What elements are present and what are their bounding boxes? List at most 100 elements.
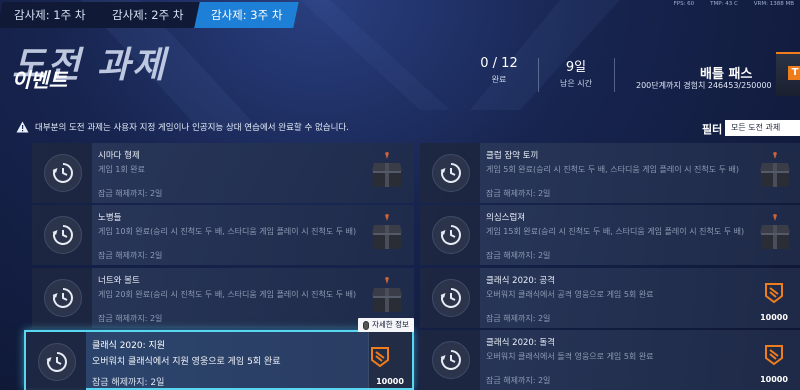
challenge-title: 클래식 2020: 공격 <box>486 276 555 286</box>
clock-icon <box>440 225 461 245</box>
loot-box-icon <box>372 152 402 187</box>
mouse-icon <box>363 320 369 330</box>
challenge-body: 클럽 잠약 토끼게임 5회 완료(승리 시 진척도 두 배, 스타디움 게임 플… <box>486 149 742 199</box>
challenge-icon <box>32 268 92 328</box>
week-tabs: 감사제: 1주 차 감사제: 2주 차 감사제: 3주 차 <box>0 2 300 28</box>
challenge-title: 시마다 형제 <box>98 151 140 161</box>
challenge-description: 게임 1회 완료 <box>98 165 145 174</box>
reward-slot <box>746 143 800 203</box>
challenge-body: 시마다 형제 게임 1회 완료 잠금 해제까지: 2일 <box>98 149 354 199</box>
tab-week-3[interactable]: 감사제: 3주 차 <box>194 2 300 28</box>
challenge-title: 노병들 <box>98 213 122 223</box>
completed-label: 완료 <box>491 75 507 84</box>
clock-icon <box>440 350 461 370</box>
challenge-title: 너트와 볼트 <box>98 276 140 286</box>
challenge-unlock-time: 잠금 해제까지: 2일 <box>486 189 551 198</box>
completed-stat: 0 / 12 완료 <box>478 56 520 85</box>
challenge-card[interactable]: 클럽 잠약 토끼게임 5회 완료(승리 시 진척도 두 배, 스타디움 게임 플… <box>420 143 800 203</box>
reward-slot: 10000 <box>746 268 800 328</box>
temp-readout: TMP: 43 C <box>710 1 738 7</box>
reward-slot <box>358 205 414 265</box>
tab-week-1[interactable]: 감사제: 1주 차 <box>0 2 104 28</box>
clock-icon <box>52 225 73 245</box>
reward-value: 10000 <box>760 375 788 384</box>
reward-slot: 10000 <box>746 330 800 390</box>
challenge-title: 클래식 2020: 지원 <box>92 341 166 351</box>
challenge-card[interactable]: 너트와 볼트게임 20회 완료(승리 시 진척도 두 배, 스타디움 게임 플레… <box>32 268 414 328</box>
reward-slot <box>746 205 800 265</box>
challenge-description: 오버워치 클래식에서 돌격 영웅으로 게임 5회 완료 <box>486 352 654 361</box>
challenge-body: 클래식 2020: 지원오버워치 클래식에서 지원 영웅으로 게임 5회 완료잠… <box>92 338 352 388</box>
token-icon <box>371 347 389 368</box>
challenge-body: 노병들게임 10회 완료(승리 시 진척도 두 배, 스타디움 게임 플레이 시… <box>98 211 357 261</box>
challenge-icon <box>26 332 86 390</box>
warning-notice: 대부분의 도전 과제는 사용자 지정 게임이나 인공지능 상대 연습에서 완료할… <box>16 121 349 133</box>
reward-value: 10000 <box>376 377 404 386</box>
page-subtitle: 이벤트 <box>12 68 68 92</box>
challenge-card[interactable]: 시마다 형제 게임 1회 완료 잠금 해제까지: 2일 <box>32 143 414 203</box>
challenge-icon <box>420 268 480 328</box>
battlepass-badge[interactable]: T <box>776 52 800 96</box>
challenge-body: 너트와 볼트게임 20회 완료(승리 시 진척도 두 배, 스타디움 게임 플레… <box>98 274 357 324</box>
reward-slot: 10000 <box>356 332 412 390</box>
challenge-description: 게임 5회 완료(승리 시 진척도 두 배, 스타디움 게임 플레이 시 진척도… <box>486 165 740 174</box>
loot-box-icon <box>760 214 790 249</box>
reward-value: 10000 <box>760 313 788 322</box>
token-icon <box>765 345 783 366</box>
filter-dropdown[interactable]: 모든 도전 과제 <box>725 120 800 136</box>
filter-label: 필터 <box>702 123 723 136</box>
challenge-title: 클래식 2020: 돌격 <box>486 338 555 348</box>
challenge-icon <box>420 143 480 203</box>
remaining-stat: 9일 남은 시간 <box>556 56 596 89</box>
fps-readout: FPS: 60 <box>673 1 695 7</box>
challenge-title: 클럽 잠약 토끼 <box>486 151 539 161</box>
challenge-unlock-time: 잠금 해제까지: 2일 <box>98 251 163 260</box>
stat-divider <box>538 58 539 92</box>
warning-icon <box>16 121 29 133</box>
battlepass-progress: 200단계까지 경험치 246453/250000 <box>636 81 772 90</box>
challenge-body: 의심스럽져 게임 15회 완료(승리 시 진척도 두 배, 스타디움 게임 플레이… <box>486 211 745 261</box>
challenge-unlock-time: 잠금 해제까지: 2일 <box>486 314 551 323</box>
tooltip-label: 자세한 정보 <box>372 320 409 329</box>
challenge-icon <box>32 205 92 265</box>
challenge-unlock-time: 잠금 해제까지: 2일 <box>486 251 551 260</box>
challenge-card[interactable]: 의심스럽져 게임 15회 완료(승리 시 진척도 두 배, 스타디움 게임 플레이… <box>420 205 800 265</box>
loot-box-icon <box>760 152 790 187</box>
challenge-description: 게임 20회 완료(승리 시 진척도 두 배, 스타디움 게임 플레이 시 진척… <box>98 290 357 299</box>
clock-icon <box>440 288 461 308</box>
tab-week-2[interactable]: 감사제: 2주 차 <box>95 2 202 28</box>
token-icon <box>765 283 783 304</box>
details-tooltip[interactable]: 자세한 정보 <box>358 318 414 332</box>
clock-icon <box>52 288 73 308</box>
challenge-description: 오버워치 클래식에서 공격 영웅으로 게임 5회 완료 <box>486 290 654 299</box>
challenge-unlock-time: 잠금 해제까지: 2일 <box>92 378 165 388</box>
challenge-icon <box>420 330 480 390</box>
remaining-value: 9일 <box>565 60 587 75</box>
warning-text: 대부분의 도전 과제는 사용자 지정 게임이나 인공지능 상대 연습에서 완료할… <box>35 123 349 133</box>
battlepass-tier-icon: T <box>788 66 800 80</box>
loot-box-icon <box>372 214 402 249</box>
challenge-description: 오버워치 클래식에서 지원 영웅으로 게임 5회 완료 <box>92 357 281 367</box>
loot-box-icon <box>372 277 402 312</box>
completed-value: 0 / 12 <box>480 56 518 71</box>
stat-divider <box>614 58 615 92</box>
challenge-body: 클래식 2020: 공격오버워치 클래식에서 공격 영웅으로 게임 5회 완료잠… <box>486 274 742 324</box>
challenge-icon <box>420 205 480 265</box>
challenge-description: 게임 10회 완료(승리 시 진척도 두 배, 스타디움 게임 플레이 시 진척… <box>98 227 357 236</box>
challenge-card[interactable]: 클래식 2020: 공격오버워치 클래식에서 공격 영웅으로 게임 5회 완료잠… <box>420 268 800 328</box>
clock-icon <box>46 352 67 372</box>
challenge-icon <box>32 143 92 203</box>
performance-overlay: FPS: 60 TMP: 43 C VRM: 1388 MB <box>674 1 794 7</box>
vram-readout: VRM: 1388 MB <box>753 1 794 7</box>
challenge-body: 클래식 2020: 돌격오버워치 클래식에서 돌격 영웅으로 게임 5회 완료잠… <box>486 336 742 386</box>
remaining-label: 남은 시간 <box>560 79 592 88</box>
clock-icon <box>440 163 461 183</box>
challenge-card[interactable]: 클래식 2020: 지원오버워치 클래식에서 지원 영웅으로 게임 5회 완료잠… <box>24 330 414 390</box>
clock-icon <box>52 163 73 183</box>
challenge-card[interactable]: 노병들게임 10회 완료(승리 시 진척도 두 배, 스타디움 게임 플레이 시… <box>32 205 414 265</box>
challenge-card[interactable]: 클래식 2020: 돌격오버워치 클래식에서 돌격 영웅으로 게임 5회 완료잠… <box>420 330 800 390</box>
challenge-description: 게임 15회 완료(승리 시 진척도 두 배, 스타디움 게임 플레이 시 진척… <box>486 227 745 236</box>
challenge-unlock-time: 잠금 해제까지: 2일 <box>98 314 163 323</box>
reward-slot <box>358 143 414 203</box>
challenge-unlock-time: 잠금 해제까지: 2일 <box>486 376 551 385</box>
